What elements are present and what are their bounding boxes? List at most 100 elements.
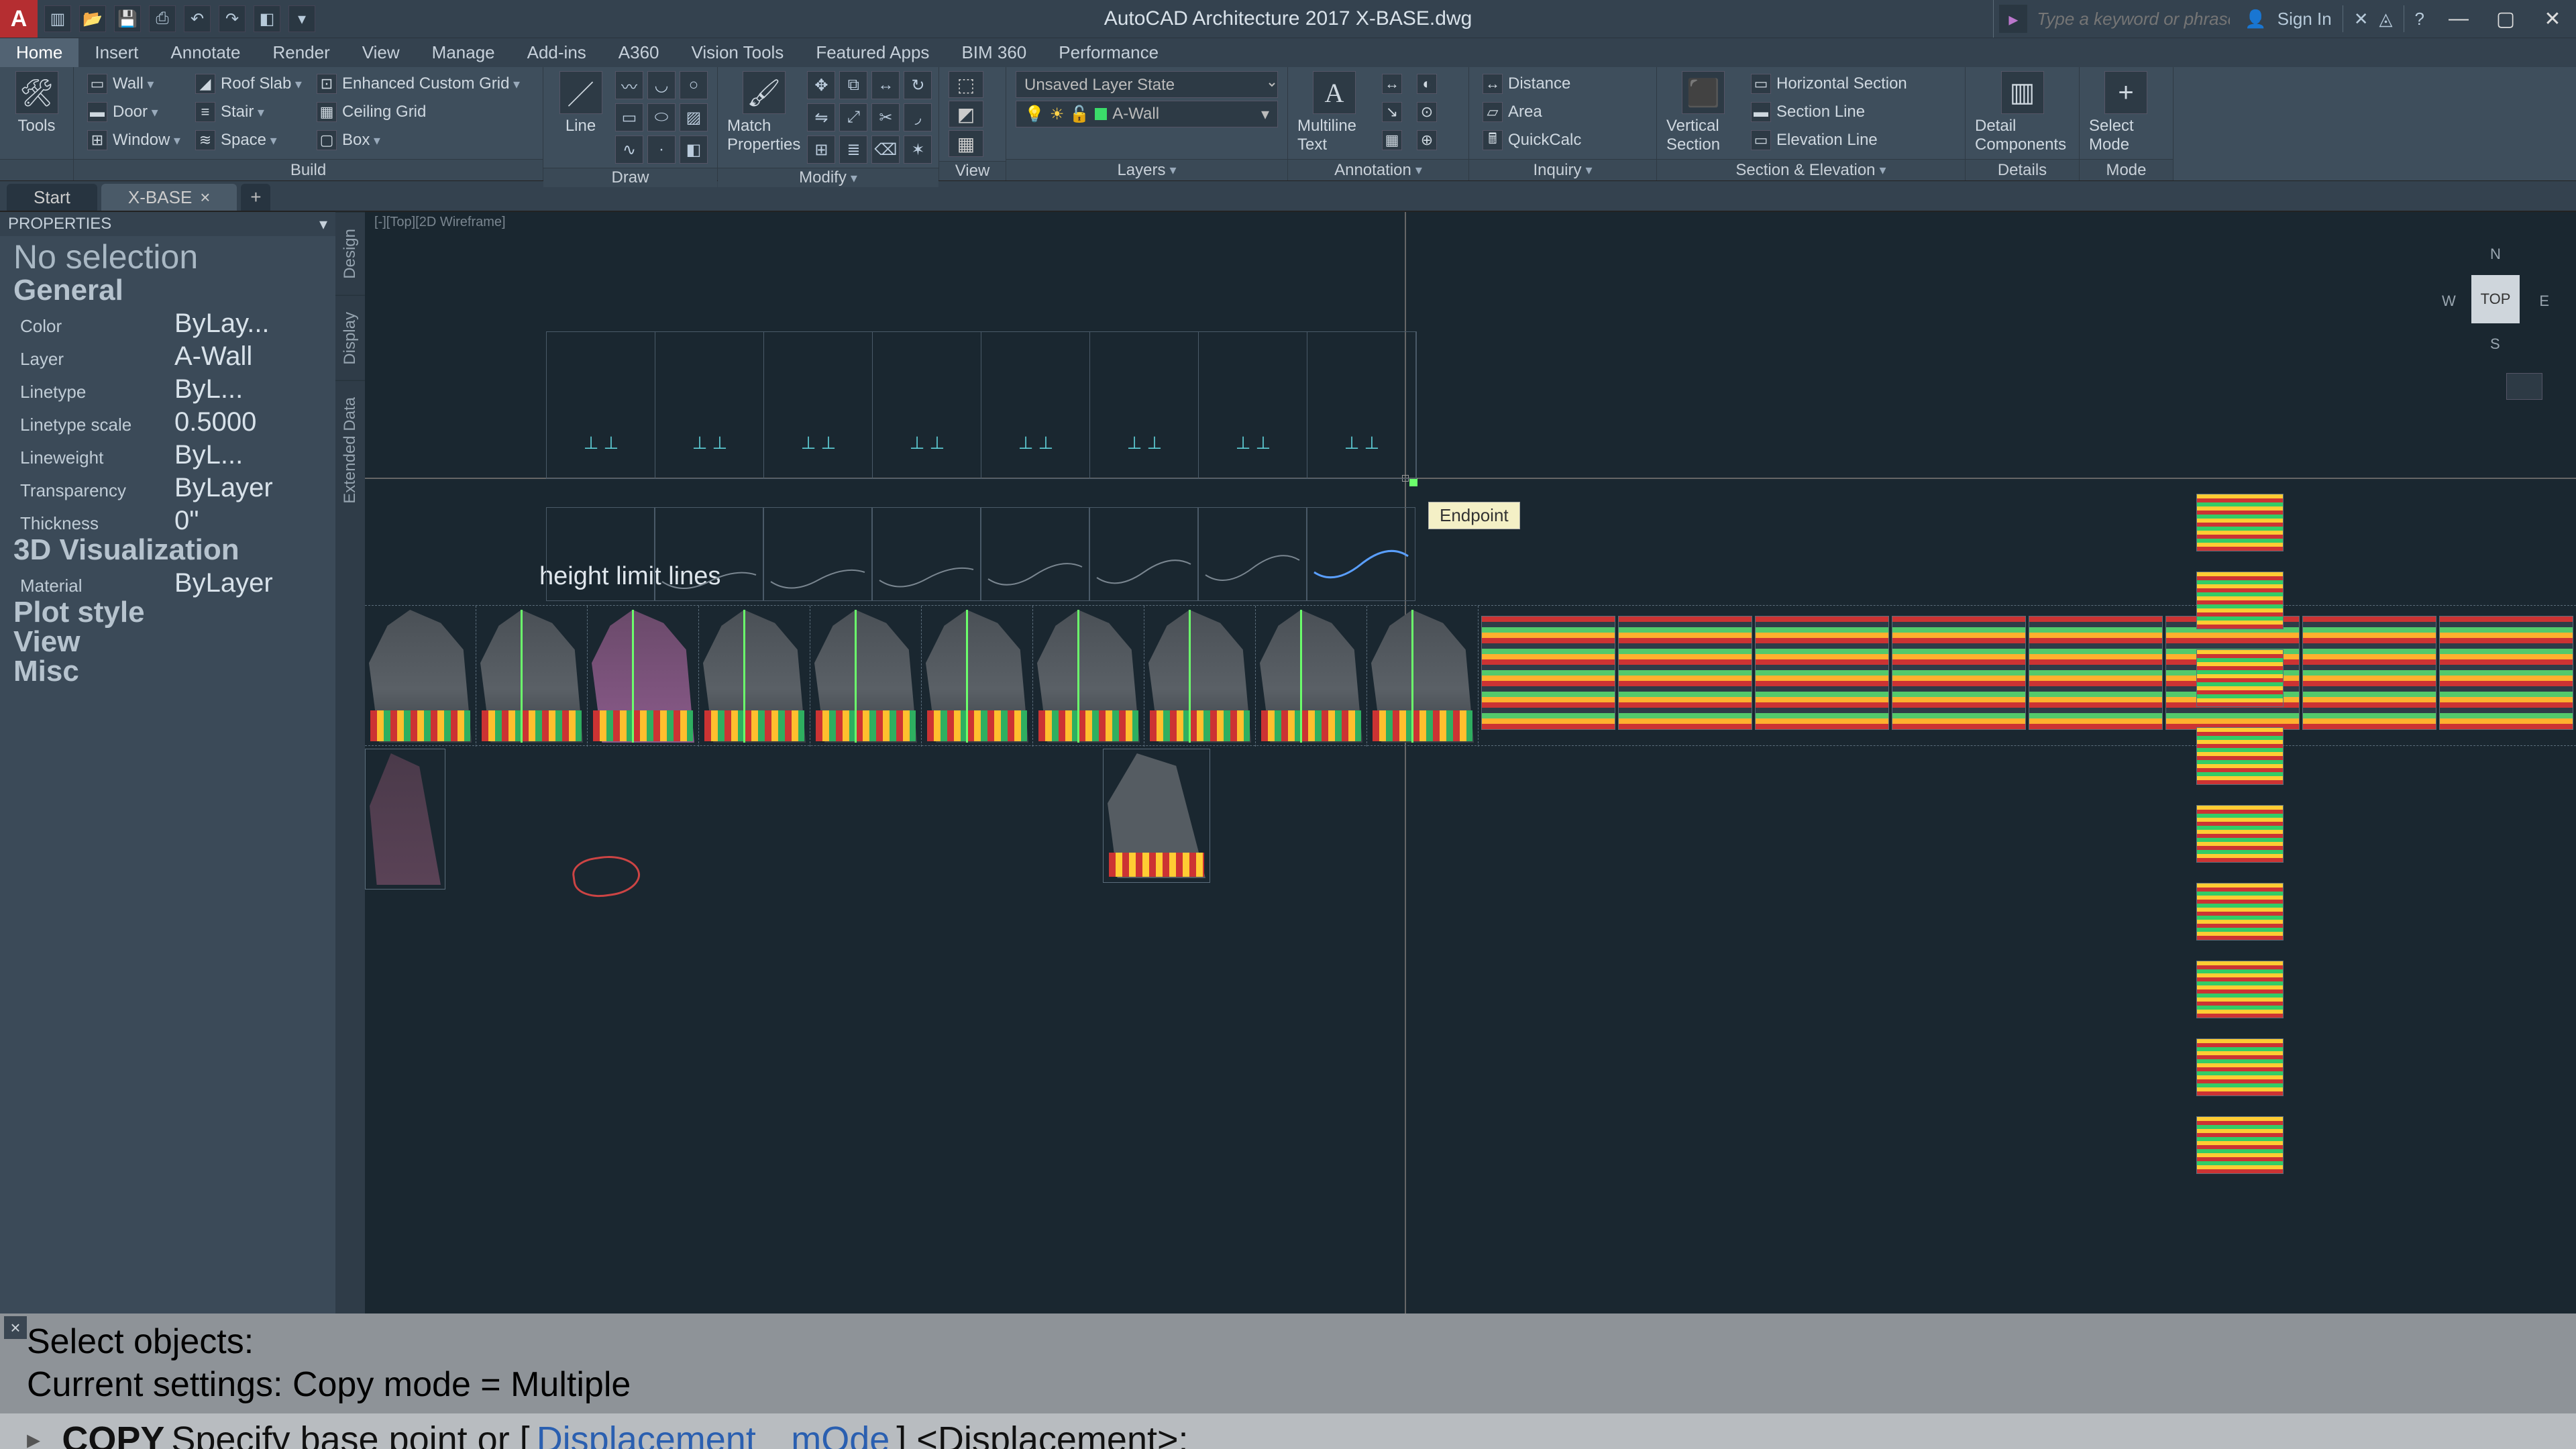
hatch-icon[interactable]: ▨ — [680, 103, 708, 131]
stretch-icon[interactable]: ↔ — [871, 71, 900, 99]
spline-icon[interactable]: ∿ — [615, 136, 643, 164]
detailcomp-button[interactable]: ▥Detail Components — [1975, 71, 2070, 154]
anno3-button[interactable]: ⊕ — [1413, 127, 1441, 153]
ribbon-tab-view[interactable]: View — [346, 38, 416, 67]
viewcube-face[interactable]: TOP — [2471, 275, 2520, 323]
panel-foot-mode[interactable]: Mode — [2080, 159, 2173, 180]
point-icon[interactable]: · — [647, 136, 676, 164]
side-tab-extdata[interactable]: Extended Data — [335, 380, 365, 520]
ribbon-tab-render[interactable]: Render — [256, 38, 345, 67]
ceilinggrid-button[interactable]: ▦Ceiling Grid — [313, 99, 524, 125]
navbar-home-icon[interactable] — [2506, 373, 2542, 400]
ribbon-tab-manage[interactable]: Manage — [416, 38, 511, 67]
line-button[interactable]: ／Line — [553, 71, 608, 136]
erase-icon[interactable]: ⌫ — [871, 136, 900, 164]
box-button[interactable]: ▢Box — [313, 127, 524, 153]
vsection-button[interactable]: ⬛Vertical Section — [1666, 71, 1740, 154]
panel-foot-inquiry[interactable]: Inquiry — [1469, 159, 1656, 180]
section-view[interactable]: View — [0, 625, 335, 659]
panel-foot-draw[interactable]: Draw — [543, 168, 717, 187]
view-cube-icon[interactable]: ⬚ — [949, 71, 983, 98]
signin-icon[interactable]: 👤 — [2245, 9, 2266, 30]
door-button[interactable]: ▬Door — [83, 99, 184, 125]
anno2-button[interactable]: ⊙ — [1413, 99, 1441, 125]
ribbon-tab-visiontools[interactable]: Vision Tools — [676, 38, 800, 67]
minimize-button[interactable]: — — [2435, 0, 2482, 38]
section-general[interactable]: General — [0, 274, 335, 307]
matchprops-button[interactable]: 🖌Match Properties — [727, 71, 800, 154]
section-3dviz[interactable]: 3D Visualization — [0, 533, 335, 567]
panel-foot-build[interactable]: Build — [74, 159, 543, 180]
stair-button[interactable]: ≡Stair — [191, 99, 306, 125]
viewport-label[interactable]: [-][Top][2D Wireframe] — [374, 215, 506, 230]
viewcube[interactable]: N S W E TOP — [2442, 246, 2549, 353]
scale-icon[interactable]: ⤢ — [839, 103, 867, 131]
customgrid-button[interactable]: ⊡Enhanced Custom Grid — [313, 71, 524, 97]
qat-save-icon[interactable]: 💾 — [114, 5, 141, 32]
layer-current-select[interactable]: 💡 ☀ 🔓 A-Wall ▾ — [1016, 101, 1278, 127]
cmdline-close-icon[interactable]: × — [4, 1316, 27, 1339]
close-tab-icon[interactable]: × — [200, 187, 210, 208]
elevline-button[interactable]: ▭Elevation Line — [1747, 127, 1911, 153]
mirror-icon[interactable]: ⇋ — [807, 103, 835, 131]
view-tile-icon[interactable]: ▦ — [949, 130, 983, 157]
command-line[interactable]: ▸_ COPY Specify base point or [Displacem… — [0, 1413, 2576, 1449]
qat-saveas-icon[interactable]: ⎙ — [149, 5, 176, 32]
window-button[interactable]: ⊞Window — [83, 127, 184, 153]
new-tab-button[interactable]: + — [241, 184, 270, 211]
offset-icon[interactable]: ≣ — [839, 136, 867, 164]
app-icon[interactable]: A — [0, 0, 38, 38]
polyline-icon[interactable]: 〰 — [615, 71, 643, 99]
qat-open-icon[interactable]: 📂 — [79, 5, 106, 32]
mtext-button[interactable]: AMultiline Text — [1297, 71, 1371, 154]
doc-tab-file[interactable]: X-BASE× — [101, 184, 237, 211]
panel-foot-layers[interactable]: Layers — [1006, 159, 1287, 180]
copy-icon[interactable]: ⧉ — [839, 71, 867, 99]
area-button[interactable]: ▱Area — [1479, 99, 1585, 125]
rect-icon[interactable]: ▭ — [615, 103, 643, 131]
signin-label[interactable]: Sign In — [2277, 9, 2332, 30]
search-icon[interactable]: ▸ — [1999, 5, 2027, 33]
explode-icon[interactable]: ✶ — [904, 136, 932, 164]
wall-button[interactable]: ▭Wall — [83, 71, 184, 97]
layer-state-select[interactable]: Unsaved Layer State — [1016, 71, 1278, 98]
side-tab-display[interactable]: Display — [335, 295, 365, 381]
doc-tab-start[interactable]: Start — [7, 184, 97, 211]
circle-icon[interactable]: ○ — [680, 71, 708, 99]
panel-foot-modify[interactable]: Modify — [718, 168, 938, 187]
ribbon-tab-bim360[interactable]: BIM 360 — [945, 38, 1042, 67]
rotate-icon[interactable]: ↻ — [904, 71, 932, 99]
properties-menu-icon[interactable]: ▾ — [319, 215, 327, 234]
region-icon[interactable]: ◧ — [680, 136, 708, 164]
cmd-option-displacement[interactable]: Displacement — [537, 1419, 756, 1449]
section-plotstyle[interactable]: Plot style — [0, 596, 335, 629]
panel-foot-view[interactable]: View — [939, 161, 1006, 180]
help-icon[interactable]: ? — [2415, 9, 2424, 30]
ribbon-tab-annotate[interactable]: Annotate — [154, 38, 256, 67]
hsection-button[interactable]: ▭Horizontal Section — [1747, 71, 1911, 97]
space-button[interactable]: ≋Space — [191, 127, 306, 153]
command-history[interactable]: × Select objects: Current settings: Copy… — [0, 1313, 2576, 1413]
ellipse-icon[interactable]: ⬭ — [647, 103, 676, 131]
tools-button[interactable]: 🛠Tools — [9, 71, 64, 136]
qat-undo-icon[interactable]: ↶ — [184, 5, 211, 32]
panel-foot-annotation[interactable]: Annotation — [1288, 159, 1468, 180]
ribbon-tab-featuredapps[interactable]: Featured Apps — [800, 38, 945, 67]
leader-button[interactable]: ↘ — [1378, 99, 1406, 125]
view-nav-icon[interactable]: ◩ — [949, 101, 983, 127]
ribbon-tab-home[interactable]: Home — [0, 38, 78, 67]
maximize-button[interactable]: ▢ — [2482, 0, 2529, 38]
anno1-button[interactable]: ◐ — [1413, 71, 1441, 97]
dim-button[interactable]: ↔ — [1378, 71, 1406, 97]
quickcalc-button[interactable]: 🖩QuickCalc — [1479, 127, 1585, 153]
section-misc[interactable]: Misc — [0, 655, 335, 688]
cmd-option-mode[interactable]: mOde — [791, 1419, 890, 1449]
qat-more-icon[interactable]: ▾ — [288, 5, 315, 32]
drawing-canvas[interactable]: [-][Top][2D Wireframe] Endpoint ⊥ ⊥⊥ ⊥⊥ … — [365, 212, 2576, 1313]
qat-project-icon[interactable]: ◧ — [254, 5, 280, 32]
table-button[interactable]: ▦ — [1378, 127, 1406, 153]
ribbon-tab-insert[interactable]: Insert — [78, 38, 154, 67]
panel-foot-details[interactable]: Details — [1966, 159, 2079, 180]
panel-foot-section[interactable]: Section & Elevation — [1657, 159, 1965, 180]
qat-redo-icon[interactable]: ↷ — [219, 5, 246, 32]
